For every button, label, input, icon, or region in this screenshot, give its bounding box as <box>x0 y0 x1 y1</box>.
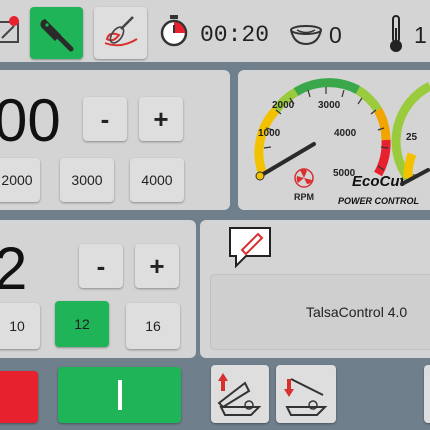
edit-notification-icon[interactable] <box>0 14 22 44</box>
timer-display: 00:20 <box>200 22 270 48</box>
speed-minus-button[interactable]: - <box>83 97 127 141</box>
blades-plus-button[interactable]: + <box>135 244 179 288</box>
cleaver-icon <box>40 19 73 52</box>
second-gauge: 25 <box>391 81 430 186</box>
speed-preset-2000[interactable]: 2000 <box>0 158 40 202</box>
bowl-count: 0 <box>329 22 342 48</box>
second-gauge-tick: 25 <box>406 132 418 143</box>
stopwatch-icon <box>158 14 190 48</box>
whisk-mode-button[interactable] <box>94 7 147 59</box>
rpm-unit: RPM <box>294 192 314 202</box>
lid-down-icon <box>284 378 328 416</box>
speed-plus-button[interactable]: + <box>139 97 183 141</box>
fan-icon <box>294 168 314 188</box>
top-toolbar: 00:20 0 1 <box>0 0 430 62</box>
temperature-value-partial: 1 <box>414 22 427 48</box>
power-on-icon <box>117 380 122 410</box>
speed-preset-4000[interactable]: 4000 <box>130 158 184 202</box>
brand-subtitle: POWER CONTROL <box>338 196 419 206</box>
whisk-icon <box>104 16 138 47</box>
edit-note-icon[interactable] <box>226 224 276 270</box>
rpm-tick-2000: 2000 <box>272 100 295 111</box>
note-text: TalsaControl 4.0 <box>306 304 408 320</box>
blades-option-16[interactable]: 16 <box>126 303 180 349</box>
lid-up-icon <box>217 373 262 416</box>
blades-option-12[interactable]: 12 <box>55 301 109 347</box>
blades-minus-button[interactable]: - <box>79 244 123 288</box>
bowl-icon <box>288 22 324 48</box>
blades-value: 2 <box>0 235 28 302</box>
chop-mode-button[interactable] <box>30 7 83 59</box>
rpm-tick-1000: 1000 <box>258 128 281 139</box>
lid-close-button[interactable] <box>276 365 336 423</box>
extra-button-partial[interactable] <box>424 365 430 423</box>
stop-button[interactable] <box>0 371 38 423</box>
lid-open-button[interactable] <box>211 365 269 423</box>
rpm-tick-4000: 4000 <box>334 128 357 139</box>
start-button[interactable] <box>58 367 181 423</box>
speed-value: 00 <box>0 87 61 154</box>
blades-option-10[interactable]: 10 <box>0 303 40 349</box>
thermometer-icon <box>388 14 404 54</box>
rpm-tick-3000: 3000 <box>318 100 341 111</box>
speed-preset-3000[interactable]: 3000 <box>60 158 114 202</box>
